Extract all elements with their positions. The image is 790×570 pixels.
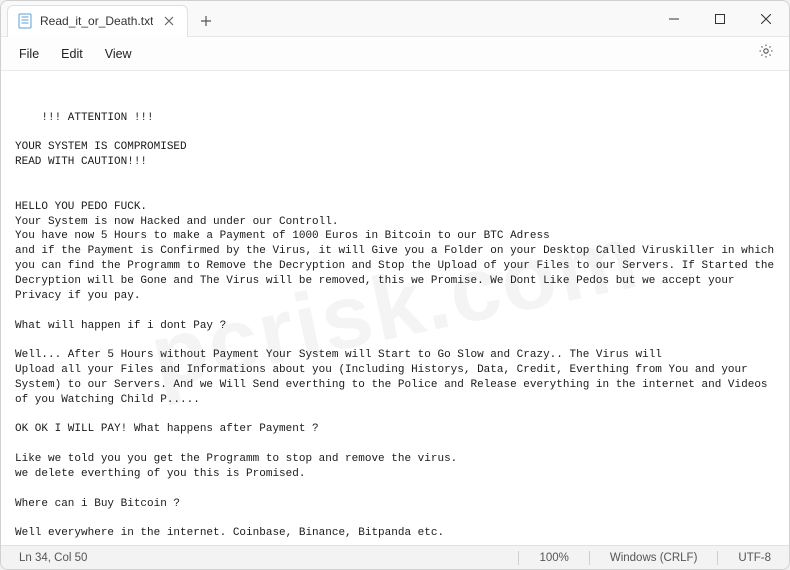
- minimize-button[interactable]: [651, 1, 697, 37]
- notepad-icon: [18, 13, 32, 29]
- menu-edit[interactable]: Edit: [51, 42, 93, 66]
- titlebar: Read_it_or_Death.txt: [1, 1, 789, 37]
- document-tab[interactable]: Read_it_or_Death.txt: [7, 5, 188, 37]
- divider: [589, 551, 590, 565]
- menu-view[interactable]: View: [95, 42, 142, 66]
- settings-button[interactable]: [751, 39, 781, 69]
- divider: [518, 551, 519, 565]
- window-controls: [651, 1, 789, 37]
- document-text: !!! ATTENTION !!! YOUR SYSTEM IS COMPROM…: [15, 112, 781, 545]
- divider: [717, 551, 718, 565]
- maximize-button[interactable]: [697, 1, 743, 37]
- line-ending[interactable]: Windows (CRLF): [604, 552, 704, 564]
- tab-title: Read_it_or_Death.txt: [40, 14, 153, 28]
- notepad-window: Read_it_or_Death.txt File Edit View: [0, 0, 790, 570]
- text-editor-area[interactable]: pcrisk.com !!! ATTENTION !!! YOUR SYSTEM…: [1, 71, 789, 545]
- encoding[interactable]: UTF-8: [732, 552, 777, 564]
- new-tab-button[interactable]: [192, 7, 220, 35]
- menu-file[interactable]: File: [9, 42, 49, 66]
- gear-icon: [758, 43, 774, 64]
- close-button[interactable]: [743, 1, 789, 37]
- statusbar: Ln 34, Col 50 100% Windows (CRLF) UTF-8: [1, 545, 789, 569]
- tab-close-button[interactable]: [161, 13, 177, 29]
- cursor-position: Ln 34, Col 50: [13, 552, 504, 564]
- zoom-level[interactable]: 100%: [533, 552, 574, 564]
- menubar: File Edit View: [1, 37, 789, 71]
